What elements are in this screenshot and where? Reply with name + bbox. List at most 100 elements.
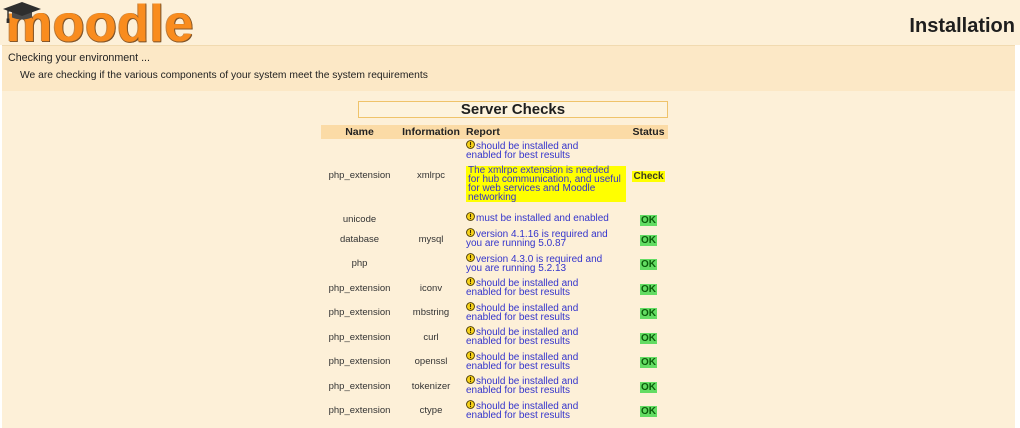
check-name: php [351, 258, 368, 270]
check-report: should be installed and enabled for best … [464, 374, 629, 396]
column-header-report: Report [466, 126, 500, 138]
report-text: enabled for best results [466, 385, 570, 396]
check-row: unicode must be installed and enabled OK [321, 211, 668, 227]
check-report: version 4.1.16 is required and you are ru… [464, 227, 629, 249]
status-badge: OK [640, 357, 657, 369]
status-badge: OK [640, 381, 657, 393]
server-checks-title: Server Checks [358, 101, 668, 118]
report-text: enabled for best results [466, 311, 570, 323]
left-edge [0, 45, 2, 428]
check-name: unicode [342, 213, 377, 225]
report-line: enabled for best results [466, 360, 629, 372]
report-line: enabled for best results [466, 336, 629, 347]
check-status: OK [629, 233, 668, 246]
check-row: database mysql version 4.1.16 is required … [321, 227, 668, 252]
server-checks-table: Name Information Report Status php_exten… [321, 125, 668, 423]
right-edge [1015, 45, 1020, 428]
check-row: php version 4.3.0 is required and you are … [321, 252, 668, 277]
report-line: must be installed and enabled [466, 212, 629, 224]
check-information: mbstring [412, 307, 450, 319]
column-header-status: Status [632, 126, 665, 138]
report-line: enabled for best results [466, 409, 629, 421]
warning-icon [466, 350, 475, 360]
warning-icon [466, 277, 475, 286]
check-report: should be installed and enabled for best … [464, 399, 629, 420]
report-line: enabled for best results [466, 385, 629, 396]
check-status: OK [629, 282, 668, 295]
check-information: mysql [418, 233, 444, 245]
check-status: Check [629, 169, 668, 182]
check-row: php_extension tokenizer should be installe… [321, 374, 668, 399]
report-text: enabled for best results [466, 360, 570, 372]
warning-icon [466, 301, 475, 311]
status-badge: Check [632, 170, 665, 182]
server-checks-rows: php_extension xmlrpc should be installed a… [321, 139, 668, 423]
status-badge: OK [640, 214, 657, 226]
check-name: php_extension [328, 331, 391, 343]
check-row: php_extension mbstring should be installed… [321, 301, 668, 326]
notice-line: networking [468, 192, 517, 203]
graduation-cap-icon [3, 2, 41, 23]
check-report: should be installed and enabled for best … [464, 325, 629, 347]
warning-icon [466, 212, 475, 221]
check-name: php_extension [328, 356, 391, 368]
status-badge: OK [640, 308, 657, 320]
check-status: OK [629, 213, 668, 226]
report-text: enabled for best results [466, 336, 570, 347]
environment-band [0, 45, 1020, 91]
check-information: xmlrpc [417, 169, 445, 181]
status-badge: OK [640, 332, 657, 344]
report-text: enabled for best results [466, 287, 570, 298]
check-information: curl [423, 331, 439, 343]
check-report: must be installed and enabled [464, 211, 629, 224]
moodle-logo: moodle [0, 0, 200, 50]
check-row: php_extension iconv should be installed an… [321, 276, 668, 301]
status-badge: OK [640, 283, 657, 295]
installation-page: { "header": { "logo_text": "moodle", "lo… [0, 0, 1020, 428]
check-name: database [339, 233, 380, 245]
check-name: php_extension [328, 380, 391, 392]
page-header: moodle Installation [0, 0, 1020, 50]
check-information: openssl [414, 356, 448, 368]
column-header-name: Name [345, 126, 374, 138]
report-line: you are running 5.2.13 [466, 263, 629, 273]
report-text: must be installed and enabled [476, 213, 609, 224]
environment-heading: Checking your environment ... [8, 52, 150, 64]
check-information: tokenizer [411, 380, 451, 392]
check-name: php_extension [328, 307, 391, 319]
check-row: php_extension openssl should be installed … [321, 350, 668, 375]
check-status: OK [629, 404, 668, 418]
check-status: OK [629, 380, 668, 393]
check-row: php_extension curl should be installed and… [321, 325, 668, 350]
check-name: php_extension [328, 405, 391, 417]
check-row: php_extension ctype should be installed an… [321, 399, 668, 424]
check-report: should be installed and enabled for best … [464, 301, 629, 322]
warning-icon [466, 140, 475, 149]
report-text: enabled for best results [466, 409, 570, 421]
notice-box: The xmlrpc extension is needed for hub co… [466, 166, 626, 203]
page-title: Installation [909, 15, 1015, 37]
check-report: should be installed and enabled for best … [464, 350, 629, 371]
check-status: OK [629, 331, 668, 344]
warning-icon [466, 252, 475, 262]
status-badge: OK [640, 234, 657, 246]
report-line: enabled for best results [466, 150, 629, 161]
check-name: php_extension [328, 282, 391, 294]
warning-icon [466, 399, 475, 409]
check-status: OK [629, 306, 668, 320]
check-report: should be installed and enabled for best … [464, 276, 629, 298]
report-text: you are running 5.0.87 [466, 238, 567, 249]
column-header-information: Information [402, 126, 460, 138]
report-line: enabled for best results [466, 287, 629, 298]
check-report: version 4.3.0 is required and you are run… [464, 252, 629, 273]
warning-icon [466, 375, 475, 384]
check-information: iconv [419, 282, 443, 294]
report-line: enabled for best results [466, 311, 629, 323]
warning-icon [466, 326, 475, 335]
report-text: enabled for best results [466, 150, 570, 161]
warning-icon [466, 228, 475, 237]
environment-description: We are checking if the various component… [20, 70, 428, 81]
table-header-row: Name Information Report Status [321, 125, 668, 139]
report-line: you are running 5.0.87 [466, 238, 629, 249]
check-status: OK [629, 355, 668, 369]
